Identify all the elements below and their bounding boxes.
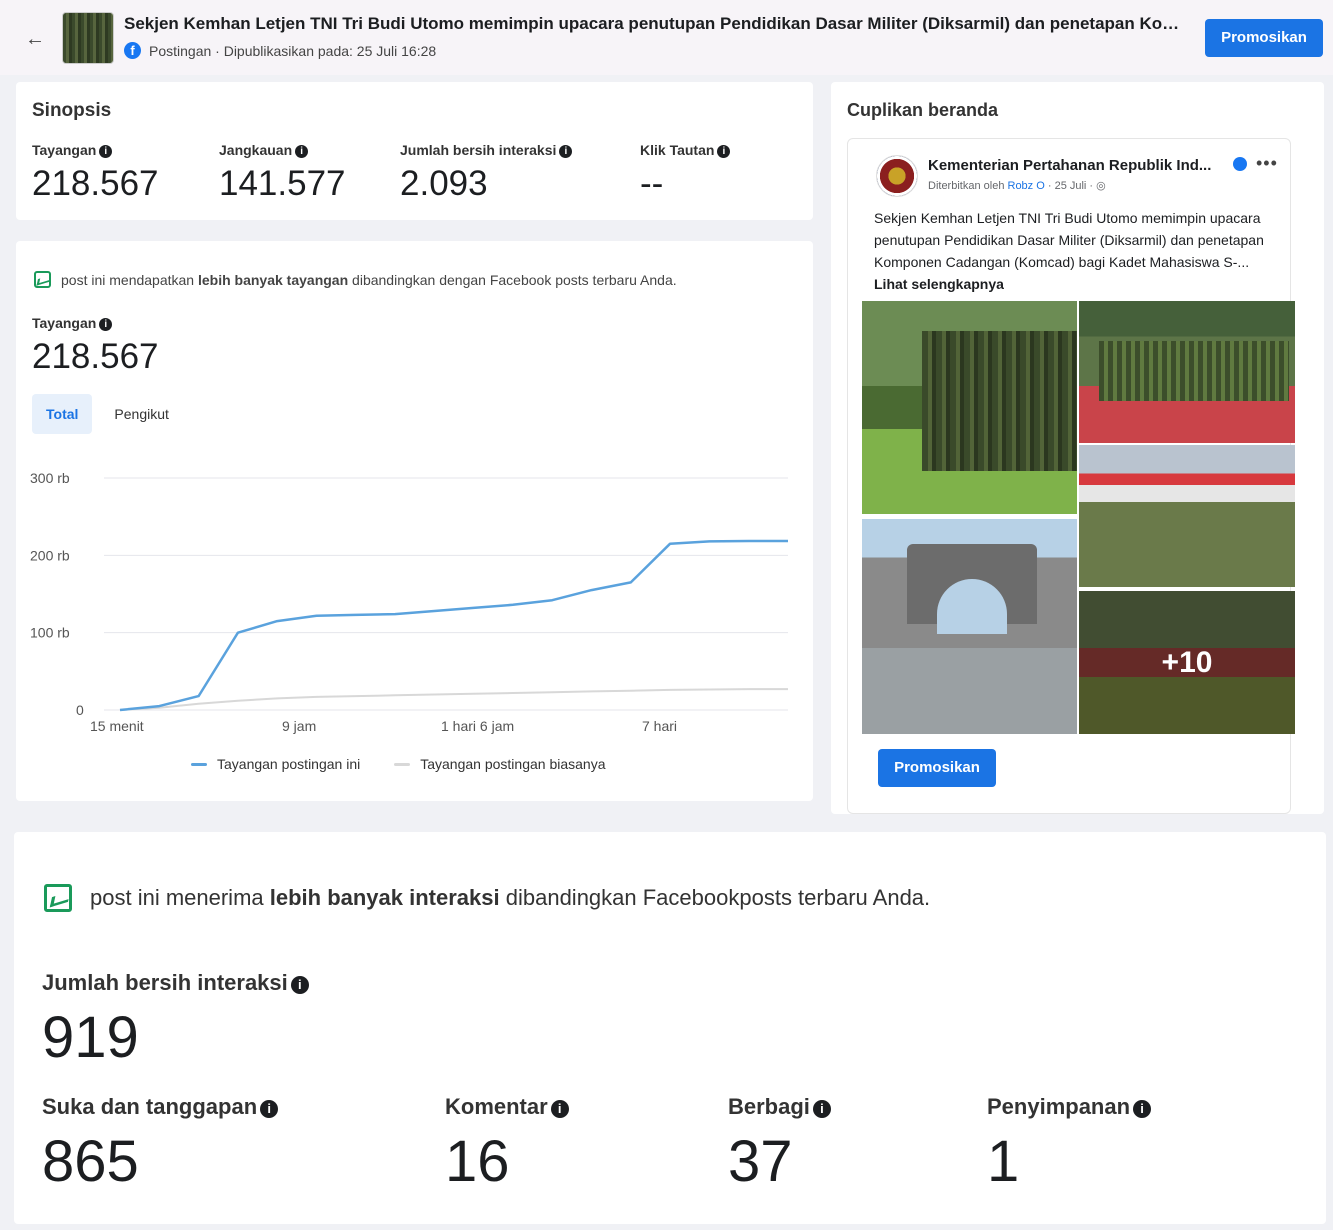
- post-meta: f Postingan · Dipublikasikan pada: 25 Ju…: [124, 42, 436, 59]
- info-icon[interactable]: i: [260, 1100, 279, 1118]
- info-icon[interactable]: i: [99, 318, 113, 331]
- facebook-icon: f: [124, 42, 141, 59]
- see-more-link[interactable]: Lihat selengkapnya: [874, 276, 1004, 292]
- page-name[interactable]: Kementerian Pertahanan Republik Ind...: [928, 157, 1228, 174]
- legend-item-this-post[interactable]: Tayangan postingan ini: [191, 756, 360, 772]
- metric-value: 865: [42, 1129, 139, 1194]
- info-icon[interactable]: i: [717, 145, 731, 158]
- views-insight: post ini mendapatkan lebih banyak tayang…: [34, 271, 677, 288]
- synopsis-title: Sinopsis: [32, 100, 112, 121]
- feed-preview-card: Cuplikan beranda Kementerian Pertahanan …: [831, 82, 1324, 814]
- post-photo[interactable]: [1079, 301, 1295, 443]
- metric-label: Jumlah bersih interaksi: [400, 142, 557, 158]
- post-thumbnail: [62, 12, 114, 64]
- views-tabs: Total Pengikut: [32, 394, 183, 434]
- metric-label: Berbagi: [728, 1094, 810, 1119]
- x-tick-label: 7 hari: [642, 718, 677, 734]
- y-tick-label: 300 rb: [30, 470, 70, 486]
- info-icon[interactable]: i: [559, 145, 573, 158]
- x-tick-label: 1 hari 6 jam: [441, 718, 514, 734]
- metric-views: Tayangan i 218.567: [32, 142, 159, 204]
- interactions-insight: post ini menerima lebih banyak interaksi…: [44, 884, 930, 912]
- metric-value: 37: [728, 1129, 793, 1194]
- preview-title: Cuplikan beranda: [847, 100, 999, 120]
- legend-label: Tayangan postingan ini: [217, 756, 361, 772]
- views-insight-text: post ini mendapatkan lebih banyak tayang…: [61, 271, 677, 288]
- chart-legend: Tayangan postingan ini Tayangan postinga…: [191, 756, 606, 772]
- metric-link-clicks: Klik Tautan i --: [640, 142, 731, 204]
- y-tick-label: 0: [76, 702, 84, 718]
- info-icon[interactable]: i: [812, 1100, 831, 1118]
- preview-post: Kementerian Pertahanan Republik Ind... •…: [847, 138, 1295, 814]
- more-options-icon[interactable]: •••: [1256, 153, 1278, 174]
- promote-button[interactable]: Promosikan: [878, 749, 996, 787]
- metric-label: Suka dan tanggapan: [42, 1094, 258, 1119]
- tab-total[interactable]: Total: [32, 394, 93, 434]
- y-tick-label: 200 rb: [30, 547, 70, 563]
- post-photo[interactable]: [862, 519, 1077, 734]
- trend-up-icon: [34, 271, 51, 288]
- legend-label: Tayangan postingan biasanya: [420, 756, 606, 772]
- views-label: Tayangan: [32, 315, 97, 331]
- x-tick-label: 9 jam: [282, 718, 316, 734]
- series-line-this-post: [119, 539, 788, 712]
- views-total: Tayangan i 218.567: [32, 315, 159, 377]
- metric-value: 2.093: [400, 164, 488, 203]
- post-meta-text: Postingan · Dipublikasikan pada: 25 Juli…: [149, 42, 437, 59]
- post-header: ← Sekjen Kemhan Letjen TNI Tri Budi Utom…: [0, 0, 1333, 75]
- legend-item-typical[interactable]: Tayangan postingan biasanya: [394, 756, 606, 772]
- metric-value: --: [640, 164, 664, 203]
- metric-value: 141.577: [219, 164, 346, 203]
- metric-value: 218.567: [32, 164, 159, 203]
- interactions-total-label: Jumlah bersih interaksi: [42, 970, 288, 995]
- y-tick-label: 100 rb: [30, 625, 70, 641]
- trend-up-icon: [44, 884, 72, 912]
- metric-saves: Penyimpanan i 1: [987, 1094, 1152, 1195]
- series-line-typical: [119, 688, 788, 711]
- preview-post-meta: Diterbitkan oleh Robz O · 25 Juli · ◎: [928, 180, 1106, 192]
- x-tick-label: 15 menit: [90, 718, 144, 734]
- page-avatar[interactable]: [876, 155, 918, 197]
- metric-label: Komentar: [445, 1094, 548, 1119]
- info-icon[interactable]: i: [295, 145, 309, 158]
- verified-badge-icon: [1233, 157, 1247, 171]
- info-icon[interactable]: i: [99, 145, 113, 158]
- interactions-insight-text: post ini menerima lebih banyak interaksi…: [90, 885, 931, 910]
- metric-comments: Komentar i 16: [445, 1094, 569, 1195]
- metric-label: Tayangan: [32, 142, 97, 158]
- metric-label: Jangkauan: [219, 142, 293, 158]
- legend-swatch: [394, 762, 411, 766]
- info-icon[interactable]: i: [1133, 1100, 1152, 1118]
- info-icon[interactable]: i: [290, 976, 309, 994]
- legend-swatch: [191, 762, 207, 766]
- interactions-card: post ini menerima lebih banyak interaksi…: [14, 832, 1326, 1224]
- metric-net-interactions: Jumlah bersih interaksi i 2.093: [400, 142, 573, 204]
- post-title: Sekjen Kemhan Letjen TNI Tri Budi Utomo …: [124, 14, 1194, 33]
- post-photo[interactable]: [862, 301, 1077, 514]
- metric-reactions: Suka dan tanggapan i 865: [42, 1094, 279, 1195]
- more-photos-count[interactable]: +10: [1079, 591, 1295, 734]
- preview-post-text: Sekjen Kemhan Letjen TNI Tri Budi Utomo …: [874, 210, 1264, 292]
- interactions-total-value: 919: [42, 1005, 139, 1070]
- metric-reach: Jangkauan i 141.577: [219, 142, 346, 204]
- metric-label: Penyimpanan: [987, 1094, 1131, 1119]
- views-line-chart: 300 rb 200 rb 100 rb 0 15 menit 9 jam 1 hari 6…: [30, 470, 788, 734]
- tab-followers[interactable]: Pengikut: [100, 394, 182, 434]
- metric-shares: Berbagi i 37: [728, 1094, 831, 1195]
- author-link[interactable]: Robz O: [1008, 180, 1045, 192]
- metric-value: 16: [445, 1129, 510, 1194]
- interactions-total: Jumlah bersih interaksi i 919: [42, 970, 309, 1071]
- back-arrow-icon[interactable]: ←: [22, 26, 48, 52]
- views-value: 218.567: [32, 337, 159, 376]
- info-icon[interactable]: i: [550, 1100, 569, 1118]
- metric-label: Klik Tautan: [640, 142, 715, 158]
- globe-icon: ◎: [1096, 180, 1106, 192]
- post-photo[interactable]: [1079, 445, 1295, 587]
- metric-value: 1: [987, 1129, 1020, 1194]
- synopsis-card: Sinopsis Tayangan i 218.567 Jangkauan i 14…: [16, 82, 813, 220]
- promote-button[interactable]: Promosikan: [1205, 19, 1323, 57]
- views-chart-card: post ini mendapatkan lebih banyak tayang…: [16, 241, 813, 801]
